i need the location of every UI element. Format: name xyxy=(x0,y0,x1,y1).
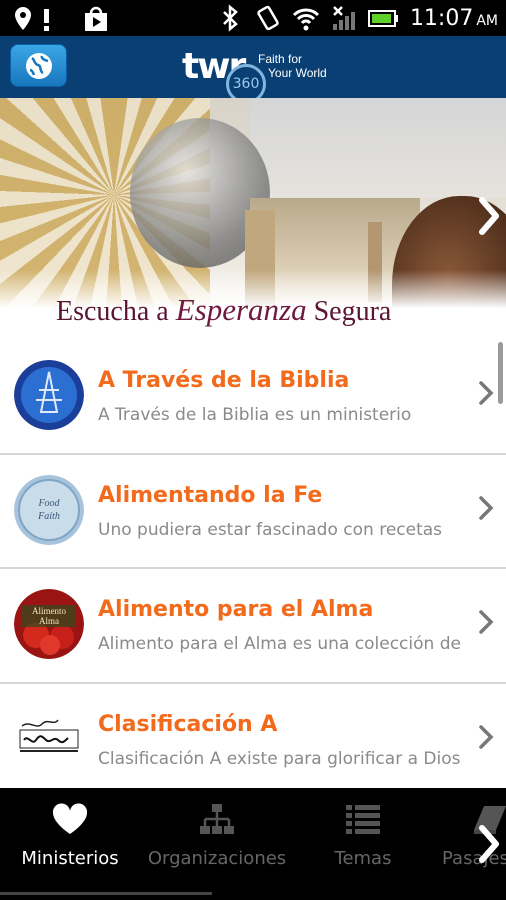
status-bar: 11:07 AM xyxy=(0,0,506,36)
play-store-icon xyxy=(85,6,107,31)
item-title: A Través de la Biblia xyxy=(98,368,350,393)
globe-icon xyxy=(25,52,52,79)
tab-organizaciones[interactable]: Organizaciones xyxy=(142,788,292,888)
svg-text:Alma: Alma xyxy=(39,616,59,626)
app-header: twr 360 Faith for Your World xyxy=(0,36,506,104)
battery-icon xyxy=(367,10,398,27)
org-chart-icon xyxy=(200,804,234,834)
vibrate-icon xyxy=(257,5,279,31)
tab-ministerios[interactable]: Ministerios xyxy=(12,788,128,888)
tab-scroll-indicator xyxy=(0,892,212,895)
banner-caption: Escucha a Esperanza Segura xyxy=(56,292,392,327)
tab-label: Organizaciones xyxy=(147,848,287,869)
tabs-next-icon[interactable] xyxy=(478,824,500,864)
item-subtitle: A Través de la Biblia es un ministerio xyxy=(98,405,412,425)
wifi-icon xyxy=(292,8,319,31)
globe-button[interactable] xyxy=(10,44,67,87)
bottom-tab-bar: Ministerios Organizaciones Temas Pasajes xyxy=(0,788,506,900)
item-subtitle: Clasificación A existe para glorificar a… xyxy=(98,748,461,769)
item-subtitle: Uno pudiera estar fascinado con recetas xyxy=(98,519,443,540)
chevron-right-icon xyxy=(479,724,494,749)
logo-tagline: Faith for Your World xyxy=(258,52,327,80)
svg-text:Faith: Faith xyxy=(37,511,60,522)
svg-text:Alimento: Alimento xyxy=(32,606,66,616)
tab-label: Ministerios xyxy=(21,848,119,869)
svg-text:Food: Food xyxy=(37,498,60,509)
clasificacion-logo-icon xyxy=(14,703,84,774)
list-item[interactable]: Clasificación A Clasificación A existe p… xyxy=(0,683,506,788)
list-scrollbar[interactable] xyxy=(498,342,503,404)
item-subtitle: Alimento para el Alma es una colección d… xyxy=(98,634,461,654)
item-title: Alimentando la Fe xyxy=(98,482,323,508)
location-icon xyxy=(15,7,31,30)
food-for-faith-icon: Food Faith xyxy=(14,474,84,545)
clock: 11:07 AM xyxy=(409,5,498,31)
list-item[interactable]: Alimento Alma Alimento para el Alma Alime… xyxy=(0,569,506,684)
item-title: Clasificación A xyxy=(98,711,278,737)
signal-icon xyxy=(332,6,355,30)
item-title: Alimento para el Alma xyxy=(98,597,374,622)
globe-tower-icon xyxy=(14,360,84,430)
chevron-right-icon xyxy=(479,495,494,520)
heart-icon xyxy=(52,803,88,834)
chevron-right-icon xyxy=(479,381,494,405)
list-item[interactable]: A Través de la Biblia A Través de la Bib… xyxy=(0,340,506,455)
ministry-list: A Través de la Biblia A Través de la Bib… xyxy=(0,340,506,788)
alert-icon xyxy=(44,9,49,31)
tab-temas[interactable]: Temas xyxy=(318,788,408,888)
bluetooth-icon xyxy=(223,4,238,32)
strawberries-icon: Alimento Alma xyxy=(14,589,84,659)
tab-label: Temas xyxy=(334,848,392,869)
banner-sky xyxy=(250,98,506,198)
chevron-right-icon xyxy=(479,610,494,634)
banner-next-icon[interactable] xyxy=(478,196,500,236)
list-item[interactable]: Food Faith Alimentando la Fe Uno pudiera … xyxy=(0,454,506,569)
list-icon xyxy=(346,805,380,834)
